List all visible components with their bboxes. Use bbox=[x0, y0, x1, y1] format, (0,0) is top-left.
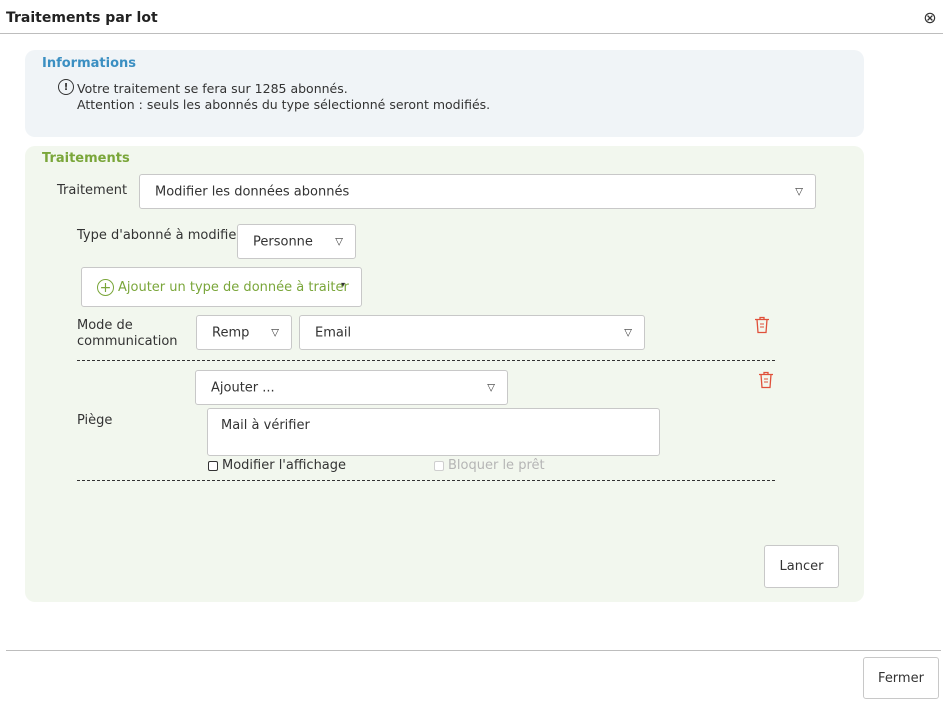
comm-mode-label-line1: Mode de bbox=[77, 318, 133, 333]
comm-mode-value: Email bbox=[315, 325, 352, 340]
launch-button[interactable]: Lancer bbox=[764, 545, 839, 588]
treatment-select-value: Modifier les données abonnés bbox=[155, 184, 350, 199]
block-loan-label: Bloquer le prêt bbox=[448, 458, 545, 473]
comm-mode-action-select[interactable]: Remp ▽ bbox=[196, 315, 292, 350]
subscriber-type-select[interactable]: Personne ▽ bbox=[237, 224, 356, 259]
chevron-down-icon: ▽ bbox=[271, 327, 279, 338]
treatments-title: Traitements bbox=[42, 151, 130, 166]
trash-icon[interactable] bbox=[754, 316, 770, 334]
block-loan-checkbox: Bloquer le prêt bbox=[434, 458, 545, 473]
add-data-type-button[interactable]: + Ajouter un type de donnée à traiter ▾ bbox=[81, 267, 362, 307]
checkbox-box[interactable] bbox=[208, 460, 218, 471]
modify-display-label: Modifier l'affichage bbox=[222, 458, 347, 473]
info-title: Informations bbox=[42, 56, 137, 71]
treatments-panel: Traitements Traitement Modifier les donn… bbox=[25, 146, 864, 602]
trash-icon[interactable] bbox=[758, 371, 774, 389]
chevron-down-icon: ▽ bbox=[335, 236, 343, 247]
comm-mode-label-line2: communication bbox=[77, 334, 178, 349]
footer-divider bbox=[6, 650, 941, 651]
info-line-warning: Attention : seuls les abonnés du type sé… bbox=[77, 97, 491, 112]
add-data-type-label: Ajouter un type de donnée à traiter bbox=[118, 280, 349, 295]
trap-textarea[interactable]: Mail à vérifier bbox=[207, 408, 660, 456]
subscriber-type-value: Personne bbox=[253, 234, 313, 249]
section-divider bbox=[77, 480, 775, 481]
info-icon: ! bbox=[58, 79, 74, 95]
subscriber-type-label: Type d'abonné à modifier bbox=[77, 228, 242, 243]
add-circle-icon: + bbox=[97, 279, 114, 296]
dialog-header: Traitements par lot ⊗ bbox=[0, 0, 943, 34]
treatment-label: Traitement bbox=[57, 183, 128, 198]
comm-mode-label: Mode de communication bbox=[77, 318, 178, 350]
section-divider bbox=[77, 360, 775, 361]
close-icon[interactable]: ⊗ bbox=[922, 10, 938, 26]
checkbox-box bbox=[434, 460, 444, 471]
dropdown-caret-icon: ▾ bbox=[341, 280, 346, 289]
add-field-select[interactable]: Ajouter ... ▽ bbox=[195, 370, 508, 405]
chevron-down-icon: ▽ bbox=[624, 327, 632, 338]
modify-display-checkbox[interactable]: Modifier l'affichage bbox=[208, 458, 346, 473]
comm-mode-action-value: Remp bbox=[212, 325, 250, 340]
close-button[interactable]: Fermer bbox=[863, 657, 939, 699]
info-line-count: Votre traitement se fera sur 1285 abonné… bbox=[77, 81, 348, 96]
comm-mode-select[interactable]: Email ▽ bbox=[299, 315, 645, 350]
chevron-down-icon: ▽ bbox=[795, 186, 803, 197]
treatment-select[interactable]: Modifier les données abonnés ▽ bbox=[139, 174, 816, 209]
add-field-value: Ajouter ... bbox=[211, 380, 275, 395]
trap-label: Piège bbox=[77, 413, 113, 428]
chevron-down-icon: ▽ bbox=[487, 382, 495, 393]
info-panel: Informations ! Votre traitement se fera … bbox=[25, 50, 864, 137]
dialog-title: Traitements par lot bbox=[6, 10, 158, 26]
